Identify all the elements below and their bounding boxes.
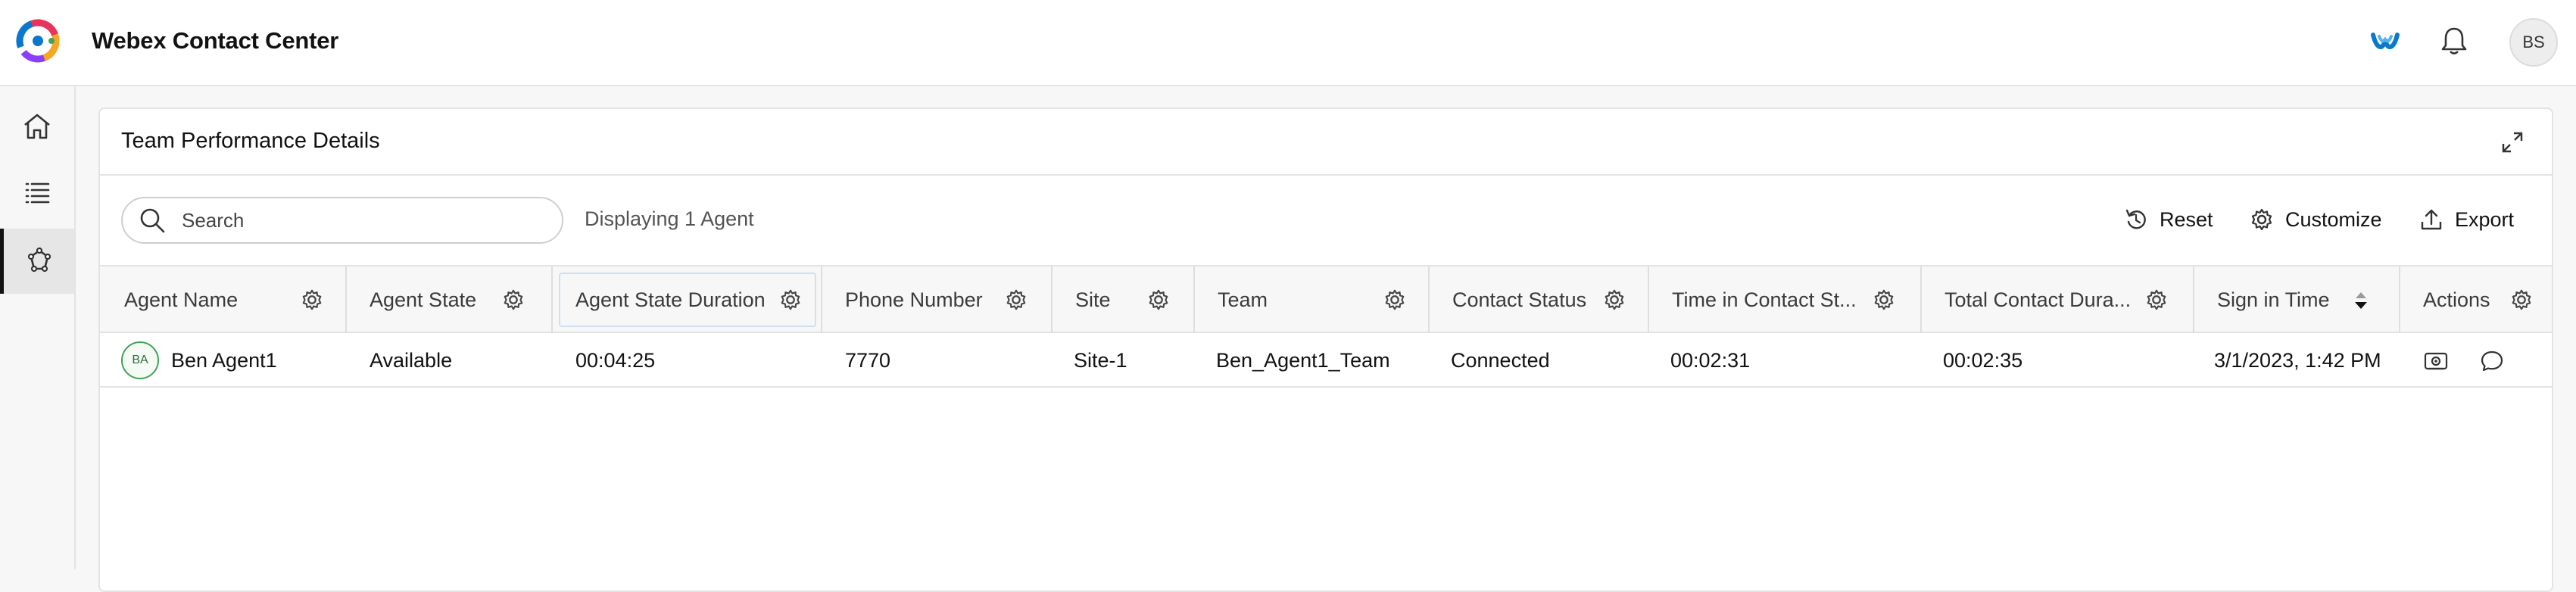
column-settings-gear-icon[interactable] (1383, 288, 1407, 312)
customize-button[interactable]: Customize (2249, 203, 2382, 236)
app-title: Webex Contact Center (92, 27, 339, 54)
column-header-agent-state[interactable]: Agent State (347, 266, 553, 333)
column-settings-gear-icon[interactable] (1872, 288, 1896, 312)
column-settings-gear-icon[interactable] (1602, 288, 1626, 312)
search-icon (140, 208, 165, 233)
column-header-time-in-contact-state[interactable]: Time in Contact St... (1649, 266, 1922, 333)
column-header-agent-state-duration[interactable]: Agent State Duration (553, 266, 822, 333)
column-settings-gear-icon[interactable] (2509, 288, 2534, 312)
column-settings-gear-icon[interactable] (501, 288, 525, 312)
cell-time-in-contact-state: 00:02:31 (1670, 348, 1751, 372)
cell-sign-in-time: 3/1/2023, 1:42 PM (2214, 348, 2381, 372)
table-header: Agent Name Agent State Agent State Durat… (100, 265, 2552, 333)
customize-label: Customize (2285, 207, 2382, 231)
expand-icon[interactable] (2499, 129, 2526, 156)
sidebar (0, 86, 76, 569)
team-performance-panel: Team Performance Details Displaying 1 Ag… (98, 107, 2553, 592)
cell-agent-name: BA Ben Agent1 (121, 333, 345, 388)
cell-site: Site-1 (1074, 348, 1127, 372)
team-icon (27, 247, 51, 273)
cell-phone-number: 7770 (845, 348, 891, 372)
column-header-actions[interactable]: Actions (2400, 266, 2553, 333)
reset-button[interactable]: Reset (2123, 203, 2213, 236)
agent-avatar: BA (121, 341, 159, 379)
column-header-contact-status[interactable]: Contact Status (1430, 266, 1649, 333)
column-settings-gear-icon[interactable] (1004, 288, 1028, 312)
column-settings-gear-icon[interactable] (1146, 288, 1171, 312)
user-avatar[interactable]: BS (2509, 18, 2558, 67)
search-field[interactable] (121, 197, 563, 244)
home-icon (24, 114, 50, 139)
export-label: Export (2455, 207, 2515, 231)
cell-agent-state: Available (370, 348, 453, 372)
column-settings-gear-icon[interactable] (2144, 288, 2169, 312)
bell-icon[interactable] (2437, 24, 2471, 58)
reset-label: Reset (2160, 207, 2213, 231)
export-icon (2421, 209, 2442, 230)
table-row[interactable]: BA Ben Agent1 Available 00:04:25 7770 Si… (100, 333, 2552, 388)
panel-title: Team Performance Details (121, 129, 380, 153)
agent-count-text: Displaying 1 Agent (585, 207, 754, 230)
panel-header: Team Performance Details (100, 109, 2552, 176)
gear-icon (2251, 208, 2272, 231)
column-header-phone-number[interactable]: Phone Number (822, 266, 1053, 333)
column-header-team[interactable]: Team (1195, 266, 1430, 333)
column-header-agent-name[interactable]: Agent Name (100, 266, 347, 333)
cell-agent-state-duration: 00:04:25 (575, 348, 656, 372)
column-header-total-contact-duration[interactable]: Total Contact Dura... (1922, 266, 2194, 333)
list-icon (25, 182, 50, 204)
column-header-site[interactable]: Site (1053, 266, 1195, 333)
chat-message-icon[interactable] (2479, 348, 2505, 374)
reset-icon (2125, 209, 2146, 229)
cell-contact-status: Connected (1451, 348, 1550, 372)
top-bar: Webex Contact Center BS (0, 0, 2576, 86)
webex-app-icon[interactable] (2369, 24, 2402, 58)
cell-total-contact-duration: 00:02:35 (1943, 348, 2023, 372)
webex-contact-center-logo (16, 19, 60, 63)
search-input[interactable] (182, 208, 545, 232)
export-button[interactable]: Export (2419, 203, 2514, 236)
cell-team: Ben_Agent1_Team (1216, 348, 1390, 372)
sidebar-item-tasks[interactable] (0, 160, 74, 226)
sidebar-item-team-performance[interactable] (0, 229, 74, 294)
column-header-sign-in-time[interactable]: Sign in Time (2194, 266, 2400, 333)
column-settings-gear-icon[interactable] (778, 288, 803, 312)
sort-descending-icon[interactable] (2352, 288, 2370, 313)
column-settings-gear-icon[interactable] (300, 288, 324, 312)
monitor-call-icon[interactable] (2423, 348, 2449, 374)
sidebar-item-home[interactable] (0, 94, 74, 159)
